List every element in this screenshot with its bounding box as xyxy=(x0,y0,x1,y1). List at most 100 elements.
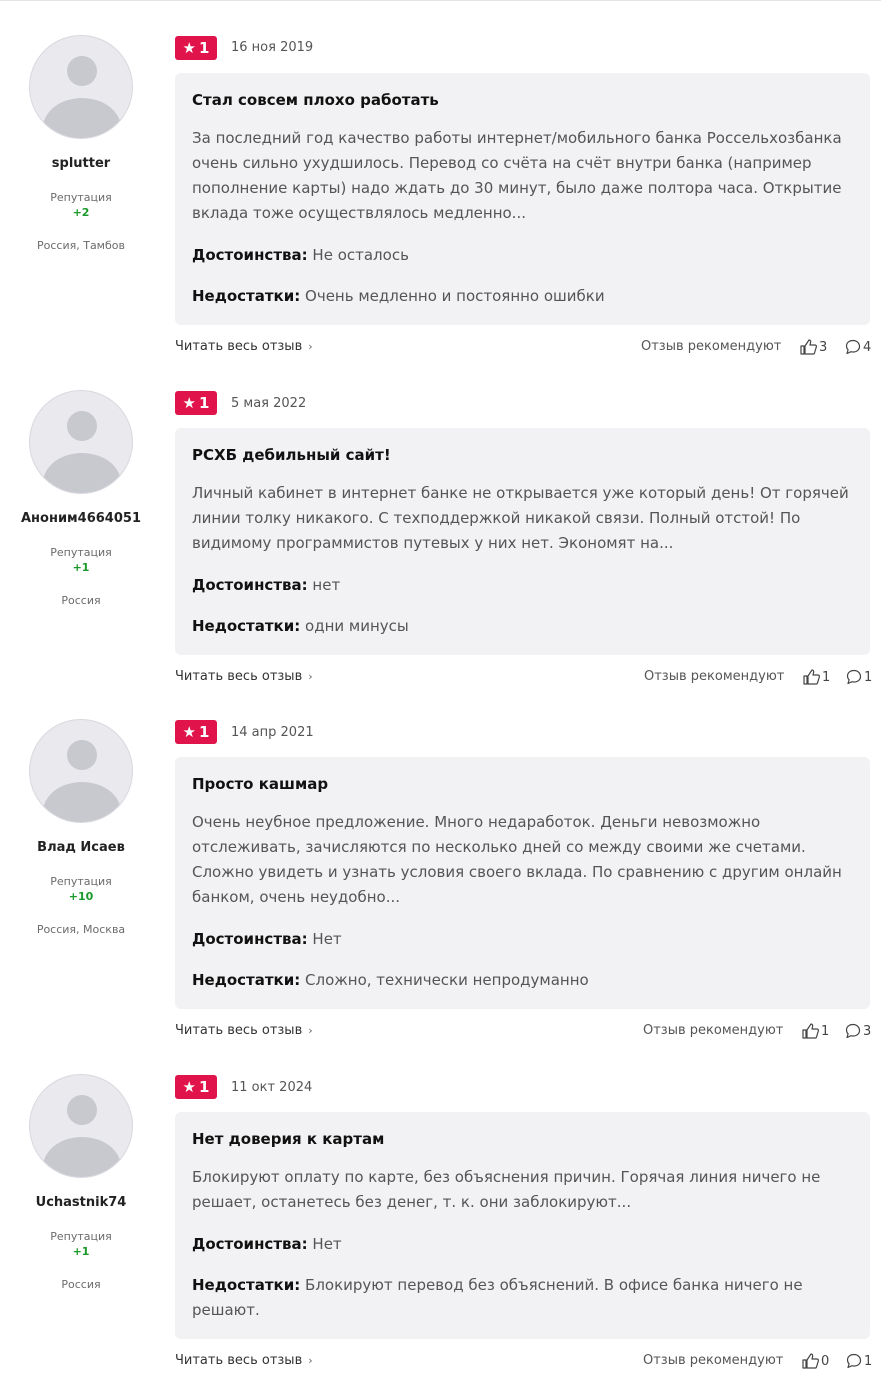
review-pros: Достоинства: нет xyxy=(192,573,852,598)
pros-text: Нет xyxy=(312,1235,342,1253)
pros-label: Достоинства: xyxy=(192,246,308,264)
cons-label: Недостатки: xyxy=(192,617,301,635)
avatar[interactable] xyxy=(29,35,133,139)
username[interactable]: Аноним4664051 xyxy=(0,511,162,526)
user-location: Россия xyxy=(61,1278,101,1291)
review-cons: Недостатки: Очень медленно и постоянно о… xyxy=(192,284,852,309)
rating-value: 1 xyxy=(199,39,210,57)
thumbs-up-icon xyxy=(803,669,820,685)
review-footer: Читать весь отзыв › Отзыв рекомендуют 0 1 xyxy=(175,1353,875,1373)
pros-label: Достоинства: xyxy=(192,1235,308,1253)
thumbs-up-icon xyxy=(802,1353,819,1369)
comments-button[interactable]: 1 xyxy=(846,669,872,685)
review-title[interactable]: РСХБ дебильный сайт! xyxy=(192,446,391,464)
reputation-value: +10 xyxy=(68,890,94,903)
cons-text: Сложно, технически непродуманно xyxy=(305,971,589,989)
like-button[interactable]: 1 xyxy=(802,1023,829,1039)
comment-count: 3 xyxy=(863,1023,872,1039)
pros-label: Достоинства: xyxy=(192,576,308,594)
review-date: 16 ноя 2019 xyxy=(231,40,314,55)
rating-value: 1 xyxy=(199,1078,210,1096)
username[interactable]: splutter xyxy=(0,156,162,171)
thumbs-up-icon xyxy=(800,339,817,355)
recommend-label: Отзыв рекомендуют xyxy=(641,339,782,354)
star-icon: ★ xyxy=(182,38,196,57)
read-more-label: Читать весь отзыв xyxy=(175,1023,303,1038)
avatar[interactable] xyxy=(29,719,133,823)
review-pros: Достоинства: Не осталось xyxy=(192,243,852,268)
comment-count: 1 xyxy=(864,1353,873,1369)
read-more-label: Читать весь отзыв xyxy=(175,669,303,684)
review-card[interactable]: Нет доверия к картам Блокируют оплату по… xyxy=(175,1112,870,1339)
review-title[interactable]: Стал совсем плохо работать xyxy=(192,91,439,109)
comments-button[interactable]: 3 xyxy=(845,1023,871,1039)
rating-badge: ★ 1 xyxy=(175,1075,217,1099)
review-cons: Недостатки: Блокируют перевод без объясн… xyxy=(192,1273,852,1323)
read-more-link[interactable]: Читать весь отзыв › xyxy=(175,339,313,354)
avatar[interactable] xyxy=(29,390,133,494)
username[interactable]: Влад Исаев xyxy=(0,840,162,855)
review-cons: Недостатки: Сложно, технически непродума… xyxy=(192,968,852,993)
like-count: 1 xyxy=(821,1023,830,1039)
comment-icon xyxy=(845,339,861,355)
reputation-label: Репутация xyxy=(50,875,112,888)
review-item: Влад Исаев Репутация +10 Россия, Москва … xyxy=(0,685,881,1055)
recommend-label: Отзыв рекомендуют xyxy=(643,1353,784,1368)
comment-count: 1 xyxy=(864,669,873,685)
user-location: Россия xyxy=(61,594,101,607)
comments-button[interactable]: 1 xyxy=(846,1353,872,1369)
review-card[interactable]: РСХБ дебильный сайт! Личный кабинет в ин… xyxy=(175,428,870,655)
pros-text: Не осталось xyxy=(312,246,409,264)
comment-count: 4 xyxy=(863,339,872,355)
avatar[interactable] xyxy=(29,1074,133,1178)
recommend-label: Отзыв рекомендуют xyxy=(643,1023,784,1038)
star-icon: ★ xyxy=(182,393,196,412)
reputation-label: Репутация xyxy=(50,1230,112,1243)
like-button[interactable]: 3 xyxy=(800,339,827,355)
like-count: 1 xyxy=(822,669,831,685)
reputation-value: +1 xyxy=(72,1245,90,1258)
review-card[interactable]: Стал совсем плохо работать За последний … xyxy=(175,73,870,325)
review-item: Uchastnik74 Репутация +1 Россия ★ 1 11 ок… xyxy=(0,1040,881,1384)
review-text: Очень неубное предложение. Много недараб… xyxy=(192,813,842,906)
cons-text: Очень медленно и постоянно ошибки xyxy=(305,287,605,305)
review-date: 5 мая 2022 xyxy=(231,396,307,411)
review-title[interactable]: Просто кашмар xyxy=(192,775,328,793)
review-date: 14 апр 2021 xyxy=(231,725,314,740)
comments-button[interactable]: 4 xyxy=(845,339,871,355)
read-more-label: Читать весь отзыв xyxy=(175,339,303,354)
review-pros: Достоинства: Нет xyxy=(192,927,852,952)
read-more-label: Читать весь отзыв xyxy=(175,1353,303,1368)
read-more-link[interactable]: Читать весь отзыв › xyxy=(175,1023,313,1038)
cons-label: Недостатки: xyxy=(192,287,301,305)
review-text: За последний год качество работы интерне… xyxy=(192,129,842,222)
pros-text: нет xyxy=(312,576,341,594)
username[interactable]: Uchastnik74 xyxy=(0,1195,162,1210)
review-title[interactable]: Нет доверия к картам xyxy=(192,1130,384,1148)
like-button[interactable]: 1 xyxy=(803,669,830,685)
star-icon: ★ xyxy=(182,722,196,741)
rating-badge: ★ 1 xyxy=(175,36,217,60)
recommend-label: Отзыв рекомендуют xyxy=(644,669,785,684)
pros-label: Достоинства: xyxy=(192,930,308,948)
rating-value: 1 xyxy=(199,723,210,741)
cons-label: Недостатки: xyxy=(192,971,301,989)
user-location: Россия, Москва xyxy=(36,923,126,936)
rating-badge: ★ 1 xyxy=(175,391,217,415)
read-more-link[interactable]: Читать весь отзыв › xyxy=(175,669,313,684)
like-count: 0 xyxy=(821,1353,830,1369)
pros-text: Нет xyxy=(312,930,342,948)
thumbs-up-icon xyxy=(802,1023,819,1039)
chevron-right-icon: › xyxy=(308,1024,313,1037)
reputation-value: +2 xyxy=(72,206,90,219)
read-more-link[interactable]: Читать весь отзыв › xyxy=(175,1353,313,1368)
like-button[interactable]: 0 xyxy=(802,1353,829,1369)
cons-text: одни минусы xyxy=(305,617,409,635)
review-card[interactable]: Просто кашмар Очень неубное предложение.… xyxy=(175,757,870,1009)
review-text: Личный кабинет в интернет банке не откры… xyxy=(192,484,849,552)
rating-value: 1 xyxy=(199,394,210,412)
comment-icon xyxy=(846,1353,862,1369)
like-count: 3 xyxy=(819,339,828,355)
cons-label: Недостатки: xyxy=(192,1276,301,1294)
user-location: Россия, Тамбов xyxy=(37,239,125,252)
